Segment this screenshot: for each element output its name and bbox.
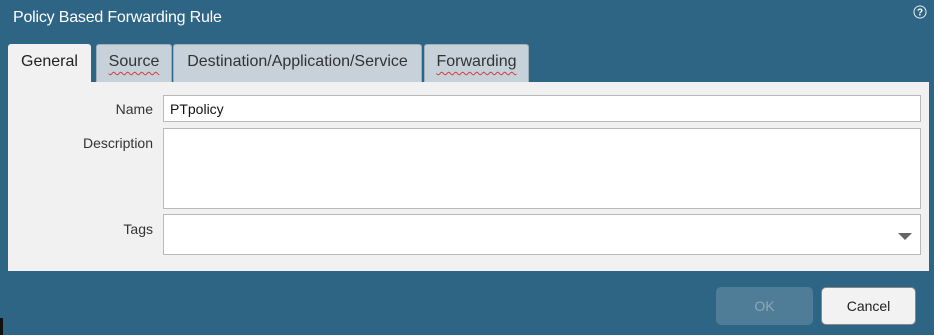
description-textarea[interactable] — [163, 128, 921, 209]
tab-destination-label: Destination/Application/Service — [187, 53, 408, 70]
tab-general[interactable]: General — [8, 44, 91, 84]
name-label: Name — [115, 101, 153, 117]
svg-text:?: ? — [917, 8, 923, 19]
name-input[interactable] — [163, 95, 921, 122]
dialog-title: Policy Based Forwarding Rule — [13, 9, 222, 26]
general-tab-panel: Name Description Tags — [8, 82, 929, 271]
tab-destination-application-service[interactable]: Destination/Application/Service — [173, 44, 422, 82]
tab-source[interactable]: Source — [96, 44, 172, 82]
dialog-titlebar: Policy Based Forwarding Rule ? — [0, 0, 934, 38]
tags-select[interactable] — [163, 214, 921, 255]
tab-source-label: Source — [108, 53, 160, 70]
ok-button[interactable]: OK — [716, 287, 813, 325]
policy-based-forwarding-dialog: Policy Based Forwarding Rule ? General S… — [0, 0, 934, 335]
help-circle-icon[interactable]: ? — [912, 4, 928, 20]
tab-general-label: General — [21, 53, 78, 70]
tags-label: Tags — [123, 221, 153, 237]
tab-forwarding-label: Forwarding — [436, 53, 517, 70]
edge-marker — [0, 318, 3, 335]
cancel-button[interactable]: Cancel — [821, 287, 916, 325]
description-label: Description — [82, 135, 153, 151]
tab-forwarding[interactable]: Forwarding — [424, 44, 529, 82]
chevron-down-icon[interactable] — [898, 233, 912, 240]
